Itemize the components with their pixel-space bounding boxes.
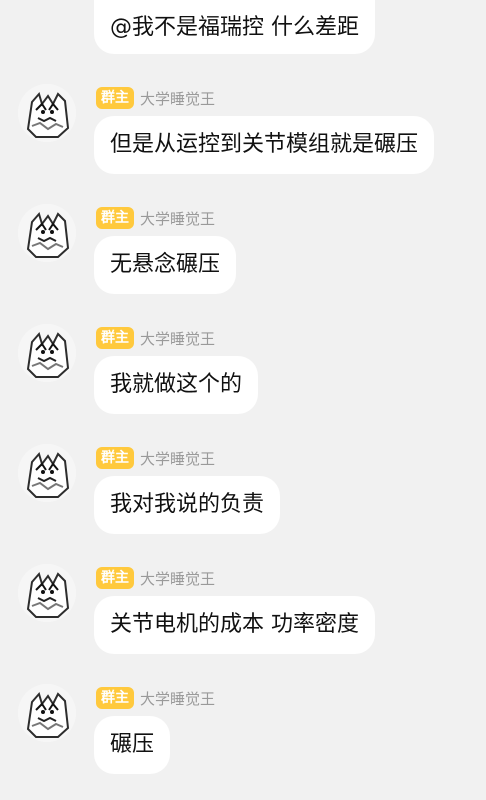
owner-badge: 群主 [96,87,134,109]
message-header: 群主 大学睡觉王 [96,326,215,350]
sender-avatar[interactable] [18,564,76,622]
message-header: 群主 大学睡觉王 [96,206,215,230]
message-header: 群主 大学睡觉王 [96,686,215,710]
chat-message: 群主 大学睡觉王 但是从运控到关节模组就是碾压 [0,84,486,194]
sender-name[interactable]: 大学睡觉王 [140,328,215,349]
sender-name[interactable]: 大学睡觉王 [140,568,215,589]
message-text: 我对我说的负责 [110,492,265,517]
message-bubble[interactable]: 关节电机的成本 功率密度 [94,596,375,654]
message-bubble[interactable]: 但是从运控到关节模组就是碾压 [94,116,435,174]
sender-name[interactable]: 大学睡觉王 [140,448,215,469]
message-text: 关节电机的成本 功率密度 [110,612,359,637]
chat-message: 群主 大学睡觉王 关节电机的成本 功率密度 [0,564,486,674]
top-message-bubble[interactable]: @我不是福瑞控 什么差距 [94,0,375,54]
chat-message: 群主 大学睡觉王 我对我说的负责 [0,444,486,554]
sender-name[interactable]: 大学睡觉王 [140,208,215,229]
chat-message: 群主 大学睡觉王 我就做这个的 [0,324,486,434]
message-text: 碾压 [110,732,155,757]
message-bubble[interactable]: 碾压 [94,716,171,774]
message-text: 我就做这个的 [110,372,243,397]
message-header: 群主 大学睡觉王 [96,446,215,470]
message-header: 群主 大学睡觉王 [96,566,215,590]
message-text: 但是从运控到关节模组就是碾压 [110,132,419,157]
chat-message: 群主 大学睡觉王 碾压 [0,684,486,794]
owner-badge: 群主 [96,207,134,229]
chat-message: 群主 大学睡觉王 无悬念碾压 [0,204,486,314]
top-message-text: @我不是福瑞控 什么差距 [110,15,359,40]
sender-avatar[interactable] [18,204,76,262]
owner-badge: 群主 [96,447,134,469]
message-bubble[interactable]: 我就做这个的 [94,356,259,414]
message-bubble[interactable]: 无悬念碾压 [94,236,237,294]
wolf-avatar-icon [18,324,76,382]
sender-avatar[interactable] [18,84,76,142]
wolf-avatar-icon [18,204,76,262]
sender-name[interactable]: 大学睡觉王 [140,88,215,109]
sender-avatar[interactable] [18,444,76,502]
sender-avatar[interactable] [18,324,76,382]
wolf-avatar-icon [18,444,76,502]
message-header: 群主 大学睡觉王 [96,86,215,110]
sender-avatar[interactable] [18,684,76,742]
message-bubble[interactable]: 我对我说的负责 [94,476,281,534]
wolf-avatar-icon [18,684,76,742]
wolf-avatar-icon [18,564,76,622]
chat-thread[interactable]: @我不是福瑞控 什么差距 群主 大学睡觉王 但是从运控到关节模组就是碾压 群主 … [0,0,486,800]
owner-badge: 群主 [96,687,134,709]
sender-name[interactable]: 大学睡觉王 [140,688,215,709]
wolf-avatar-icon [18,84,76,142]
owner-badge: 群主 [96,567,134,589]
message-text: 无悬念碾压 [110,252,221,277]
owner-badge: 群主 [96,327,134,349]
